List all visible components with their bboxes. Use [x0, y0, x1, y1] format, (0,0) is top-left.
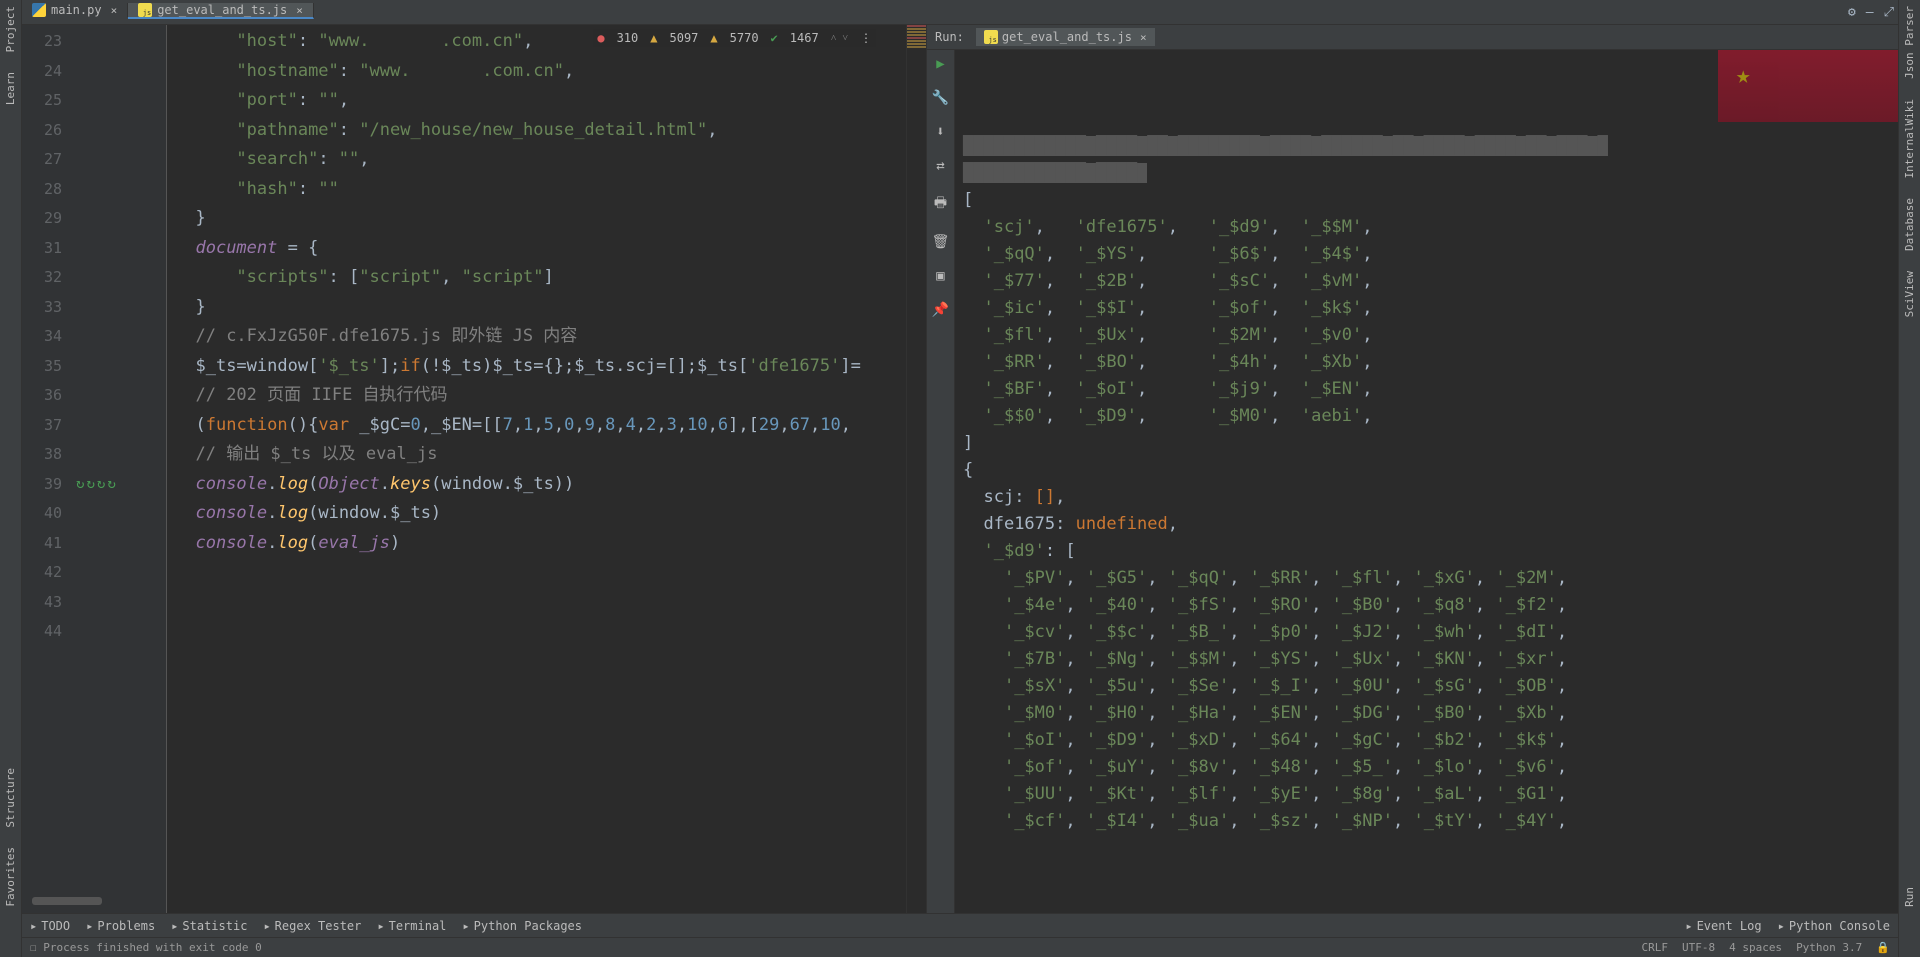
status-msg: ☐ Process finished with exit code 0: [30, 941, 262, 954]
tool-icon: ▸: [263, 919, 270, 933]
run-icon[interactable]: ▶: [936, 56, 944, 72]
close-icon[interactable]: ×: [107, 4, 118, 17]
tool-icon: ▸: [377, 919, 384, 933]
rail-database[interactable]: Database: [1903, 198, 1916, 251]
rail-favorites[interactable]: Favorites: [4, 847, 17, 907]
js-icon: [138, 3, 152, 17]
trash-icon[interactable]: 🗑: [932, 234, 950, 250]
editor-tab-row: main.py × get_eval_and_ts.js × ⚙ — ⤢: [22, 0, 1898, 25]
rail-structure[interactable]: Structure: [4, 768, 17, 828]
left-tool-rail: Project Learn Structure Favorites: [0, 0, 22, 957]
main-area: main.py × get_eval_and_ts.js × ⚙ — ⤢ ●310 ▲…: [22, 0, 1898, 957]
rail-wiki[interactable]: InternalWiki: [1903, 99, 1916, 178]
status-encoding[interactable]: UTF-8: [1682, 941, 1715, 954]
line-number-gutter: 2324252627282931323334353637383940414243…: [22, 25, 72, 913]
settings-icon[interactable]: ⚙: [1848, 5, 1856, 20]
rail-sciview[interactable]: SciView: [1903, 271, 1916, 317]
editor-tab[interactable]: main.py ×: [22, 3, 128, 17]
close-icon[interactable]: ×: [292, 4, 303, 17]
editor-tab[interactable]: get_eval_and_ts.js ×: [128, 3, 314, 19]
tool-window-bar: ▸TODO ▸Problems ▸Statistic ▸Regex Tester ▸Te…: [22, 913, 1898, 937]
rail-learn[interactable]: Learn: [4, 72, 17, 105]
right-tool-rail: Json Parser InternalWiki Database SciVie…: [1898, 0, 1920, 957]
minimize-icon[interactable]: —: [1866, 5, 1874, 20]
flag-watermark: ★: [1718, 50, 1898, 122]
run-pane: Run: get_eval_and_ts.js × ▶ 🔧 ⬇ ⇄ 🖶 🗑 ▣ …: [927, 25, 1898, 913]
run-label: Run:: [935, 30, 964, 44]
status-crlf[interactable]: CRLF: [1641, 941, 1668, 954]
down-icon[interactable]: ⬇: [936, 124, 944, 140]
tool-icon: ▸: [1685, 919, 1692, 933]
tool-icon: ▸: [1778, 919, 1785, 933]
horizontal-scrollbar[interactable]: [32, 897, 102, 905]
gutter-marks: ↻↻↻↻: [72, 25, 167, 913]
tool-todo[interactable]: ▸TODO: [30, 919, 70, 933]
wrench-icon[interactable]: 🔧: [932, 90, 949, 106]
status-python[interactable]: Python 3.7: [1796, 941, 1862, 954]
error-stripe[interactable]: [906, 25, 926, 913]
tool-python-packages[interactable]: ▸Python Packages: [462, 919, 582, 933]
tab-label: main.py: [51, 3, 102, 17]
rail-run[interactable]: Run: [1903, 887, 1916, 907]
tool-icon: ▸: [171, 919, 178, 933]
tool-problems[interactable]: ▸Problems: [86, 919, 155, 933]
tool-regex-tester[interactable]: ▸Regex Tester: [263, 919, 361, 933]
print-icon[interactable]: 🖶: [934, 192, 947, 216]
js-icon: [984, 30, 998, 44]
tab-label: get_eval_and_ts.js: [157, 3, 287, 17]
status-bar: ☐ Process finished with exit code 0 CRLF…: [22, 937, 1898, 957]
run-toolbar: ▶ 🔧 ⬇ ⇄ 🖶 🗑 ▣ 📌: [927, 50, 955, 913]
tool-python-console[interactable]: ▸Python Console: [1778, 919, 1890, 933]
tool-icon: ▸: [86, 919, 93, 933]
run-tab-label: get_eval_and_ts.js: [1002, 30, 1132, 44]
tool-terminal[interactable]: ▸Terminal: [377, 919, 446, 933]
pin-icon[interactable]: 📌: [932, 302, 949, 318]
status-indent[interactable]: 4 spaces: [1729, 941, 1782, 954]
scroll-icon[interactable]: ⇄: [936, 158, 944, 174]
tool-icon: ▸: [30, 919, 37, 933]
expand-icon[interactable]: ⤢: [1884, 5, 1894, 20]
tool-statistic[interactable]: ▸Statistic: [171, 919, 247, 933]
code-editor[interactable]: "host": "www. .com.cn", "hostname": "www…: [167, 25, 906, 913]
tool-event-log[interactable]: ▸Event Log: [1685, 919, 1761, 933]
tool-icon: ▸: [462, 919, 469, 933]
rail-json[interactable]: Json Parser: [1903, 6, 1916, 79]
py-icon: [32, 3, 46, 17]
layout-icon[interactable]: ▣: [936, 268, 944, 284]
close-icon[interactable]: ×: [1136, 31, 1147, 44]
rail-project[interactable]: Project: [4, 6, 17, 52]
run-output[interactable]: ★ ████████████ ████ ██ ████████ ████ ███…: [955, 50, 1898, 913]
lock-icon[interactable]: 🔒: [1876, 941, 1890, 954]
editor-pane: ●310 ▲5097 ▲5770 ✔1467 ˄ ˅ ⋮ 23242526272…: [22, 25, 927, 913]
run-tab[interactable]: get_eval_and_ts.js ×: [976, 28, 1155, 46]
